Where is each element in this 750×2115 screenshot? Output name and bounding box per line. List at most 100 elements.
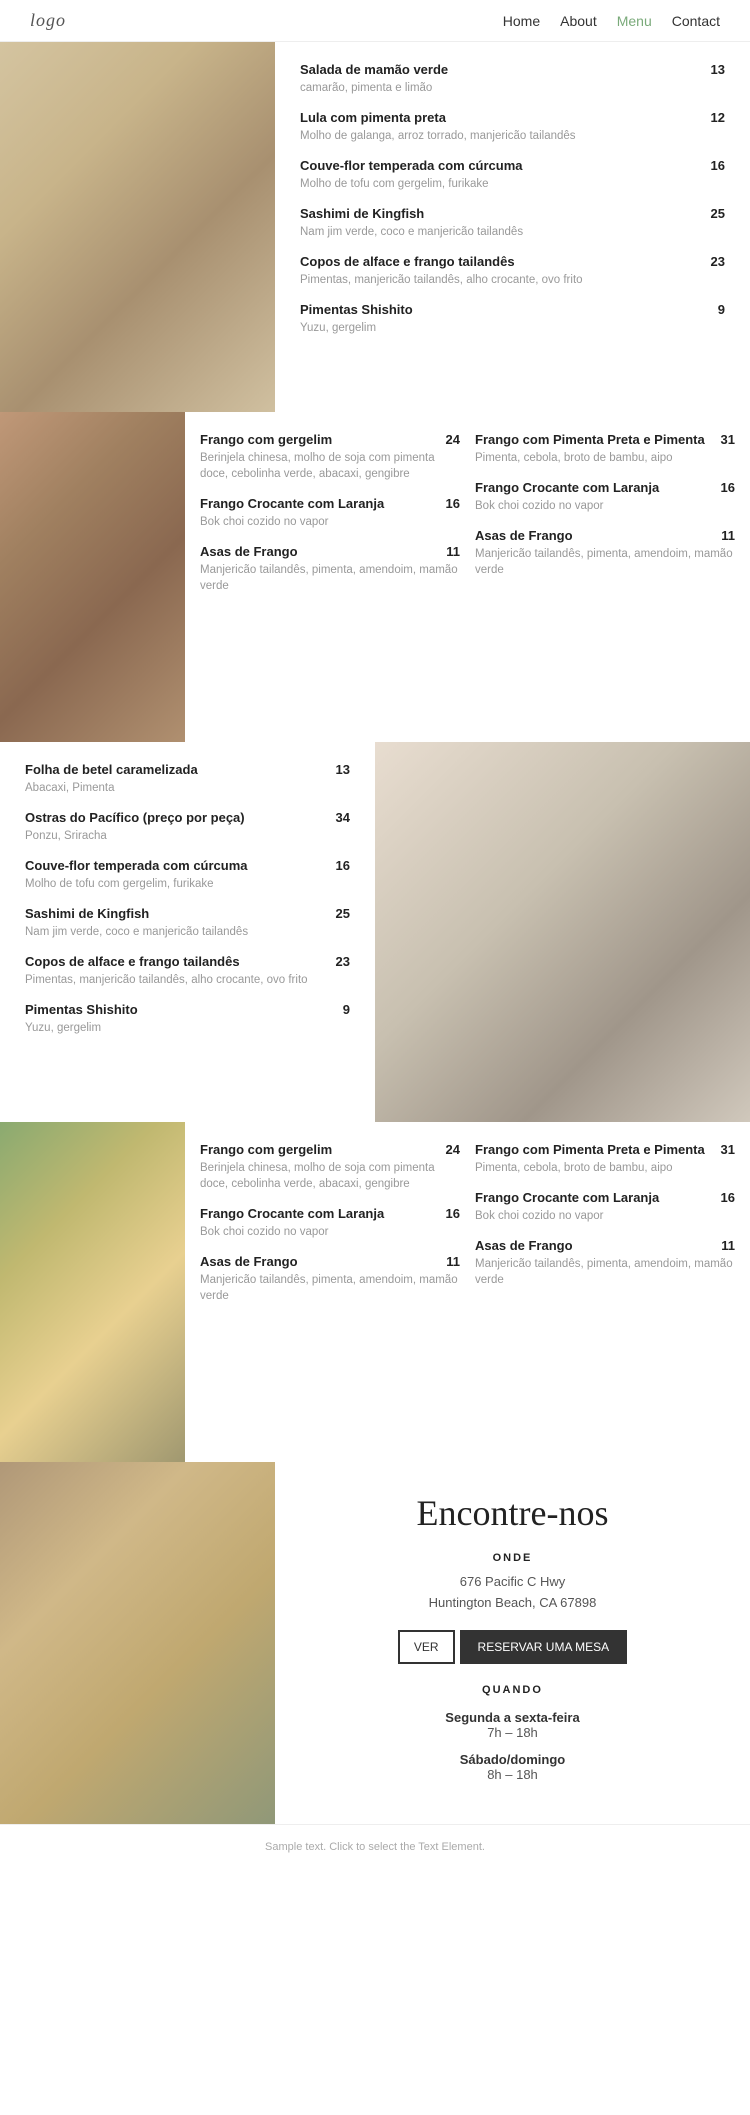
find-us-section: Encontre-nos ONDE 676 Pacific C HwyHunti…	[0, 1462, 750, 1824]
menu-item: Frango Crocante com Laranja 16 Bok choi …	[200, 496, 460, 530]
menu-item-name: Frango Crocante com Laranja	[200, 1206, 384, 1221]
menu-item-desc: Nam jim verde, coco e manjericão tailand…	[300, 224, 725, 240]
menu-item-desc: Yuzu, gergelim	[25, 1020, 350, 1036]
section-1-image	[0, 42, 275, 412]
section-3: Folha de betel caramelizada 13 Abacaxi, …	[0, 742, 750, 1122]
menu-item-name: Salada de mamão verde	[300, 62, 448, 77]
menu-item: Sashimi de Kingfish 25 Nam jim verde, co…	[300, 206, 725, 240]
menu-item-desc: Bok choi cozido no vapor	[200, 1224, 460, 1240]
menu-item-name: Frango Crocante com Laranja	[475, 1190, 659, 1205]
menu-item-name: Pimentas Shishito	[300, 302, 413, 317]
section-4-menus: Frango com gergelim 24 Berinjela chinesa…	[185, 1122, 750, 1462]
menu-item-desc: Manjericão tailandês, pimenta, amendoim,…	[475, 1256, 735, 1288]
menu-item-name: Asas de Frango	[200, 1254, 298, 1269]
section-3-menu: Folha de betel caramelizada 13 Abacaxi, …	[0, 742, 375, 1122]
menu-item: Frango Crocante com Laranja 16 Bok choi …	[475, 1190, 735, 1224]
section-2-left-menu: Frango com gergelim 24 Berinjela chinesa…	[200, 432, 460, 722]
nav-about[interactable]: About	[560, 13, 597, 29]
menu-item-desc: Abacaxi, Pimenta	[25, 780, 350, 796]
menu-item: Folha de betel caramelizada 13 Abacaxi, …	[25, 762, 350, 796]
section-1: Salada de mamão verde 13 camarão, piment…	[0, 42, 750, 412]
section-4-right-menu: Frango com Pimenta Preta e Pimenta 31 Pi…	[475, 1142, 735, 1442]
menu-item: Couve-flor temperada com cúrcuma 16 Molh…	[300, 158, 725, 192]
menu-item-name: Sashimi de Kingfish	[300, 206, 424, 221]
menu-item-price: 23	[336, 954, 350, 969]
when-days: Sábado/domingo	[445, 1752, 579, 1767]
menu-item-name: Asas de Frango	[200, 544, 298, 559]
menu-item-price: 24	[446, 432, 460, 447]
menu-item-price: 13	[711, 62, 725, 77]
nav-contact[interactable]: Contact	[672, 13, 720, 29]
menu-item-desc: Manjericão tailandês, pimenta, amendoim,…	[200, 562, 460, 594]
section-3-image	[375, 742, 750, 1122]
menu-item-price: 11	[721, 1238, 735, 1253]
menu-item-name: Pimentas Shishito	[25, 1002, 138, 1017]
menu-item: Copos de alface e frango tailandês 23 Pi…	[300, 254, 725, 288]
menu-item-desc: Yuzu, gergelim	[300, 320, 725, 336]
menu-item-price: 11	[446, 1254, 460, 1269]
reservar-button[interactable]: RESERVAR UMA MESA	[460, 1630, 628, 1664]
find-us-where-label: ONDE	[493, 1552, 533, 1564]
menu-item-price: 9	[718, 302, 725, 317]
menu-item: Frango Crocante com Laranja 16 Bok choi …	[200, 1206, 460, 1240]
menu-item-desc: Manjericão tailandês, pimenta, amendoim,…	[475, 546, 735, 578]
menu-item-desc: Molho de tofu com gergelim, furikake	[25, 876, 350, 892]
ver-button[interactable]: VER	[398, 1630, 455, 1664]
menu-item-price: 25	[336, 906, 350, 921]
menu-item-name: Couve-flor temperada com cúrcuma	[300, 158, 523, 173]
menu-item-price: 16	[446, 496, 460, 511]
when-period: Segunda a sexta-feira 7h – 18h	[445, 1710, 579, 1740]
menu-item-price: 16	[336, 858, 350, 873]
section-4-image	[0, 1122, 185, 1462]
nav-menu[interactable]: Menu	[617, 13, 652, 29]
menu-item-price: 12	[711, 110, 725, 125]
menu-item-price: 16	[711, 158, 725, 173]
menu-item-desc: Molho de galanga, arroz torrado, manjeri…	[300, 128, 725, 144]
menu-item-name: Folha de betel caramelizada	[25, 762, 198, 777]
menu-item: Frango com gergelim 24 Berinjela chinesa…	[200, 432, 460, 482]
nav-home[interactable]: Home	[503, 13, 540, 29]
menu-item-name: Couve-flor temperada com cúrcuma	[25, 858, 248, 873]
menu-item-price: 24	[446, 1142, 460, 1157]
when-days: Segunda a sexta-feira	[445, 1710, 579, 1725]
section-4: Frango com gergelim 24 Berinjela chinesa…	[0, 1122, 750, 1462]
nav-links: Home About Menu Contact	[503, 13, 720, 29]
menu-item: Pimentas Shishito 9 Yuzu, gergelim	[300, 302, 725, 336]
menu-item: Lula com pimenta preta 12 Molho de galan…	[300, 110, 725, 144]
menu-item-price: 16	[446, 1206, 460, 1221]
menu-item: Asas de Frango 11 Manjericão tailandês, …	[200, 544, 460, 594]
menu-item-price: 11	[721, 528, 735, 543]
menu-item-price: 13	[336, 762, 350, 777]
menu-item-name: Asas de Frango	[475, 1238, 573, 1253]
menu-item-name: Copos de alface e frango tailandês	[300, 254, 515, 269]
menu-item-desc: Pimenta, cebola, broto de bambu, aipo	[475, 1160, 735, 1176]
menu-item-desc: Manjericão tailandês, pimenta, amendoim,…	[200, 1272, 460, 1304]
when-period: Sábado/domingo 8h – 18h	[445, 1752, 579, 1782]
menu-item: Sashimi de Kingfish 25 Nam jim verde, co…	[25, 906, 350, 940]
when-hours: 8h – 18h	[445, 1767, 579, 1782]
menu-item-price: 34	[336, 810, 350, 825]
menu-item: Pimentas Shishito 9 Yuzu, gergelim	[25, 1002, 350, 1036]
menu-item-name: Sashimi de Kingfish	[25, 906, 149, 921]
section-2: Frango com gergelim 24 Berinjela chinesa…	[0, 412, 750, 742]
menu-item-price: 16	[721, 480, 735, 495]
find-us-image	[0, 1462, 275, 1824]
menu-item-name: Ostras do Pacífico (preço por peça)	[25, 810, 245, 825]
section-4-left-menu: Frango com gergelim 24 Berinjela chinesa…	[200, 1142, 460, 1442]
section-2-image	[0, 412, 185, 742]
menu-item: Asas de Frango 11 Manjericão tailandês, …	[475, 528, 735, 578]
menu-item-name: Frango Crocante com Laranja	[200, 496, 384, 511]
find-us-when-label: QUANDO	[482, 1684, 543, 1696]
menu-item-desc: Ponzu, Sriracha	[25, 828, 350, 844]
menu-item-desc: Nam jim verde, coco e manjericão tailand…	[25, 924, 350, 940]
menu-item-name: Copos de alface e frango tailandês	[25, 954, 240, 969]
menu-item-desc: Molho de tofu com gergelim, furikake	[300, 176, 725, 192]
menu-item-desc: Berinjela chinesa, molho de soja com pim…	[200, 1160, 460, 1192]
menu-item-price: 23	[711, 254, 725, 269]
find-us-address: 676 Pacific C HwyHuntington Beach, CA 67…	[429, 1572, 597, 1614]
menu-item-price: 31	[721, 432, 735, 447]
menu-item: Asas de Frango 11 Manjericão tailandês, …	[200, 1254, 460, 1304]
menu-item-name: Lula com pimenta preta	[300, 110, 446, 125]
find-us-content: Encontre-nos ONDE 676 Pacific C HwyHunti…	[275, 1462, 750, 1824]
menu-item: Frango com gergelim 24 Berinjela chinesa…	[200, 1142, 460, 1192]
